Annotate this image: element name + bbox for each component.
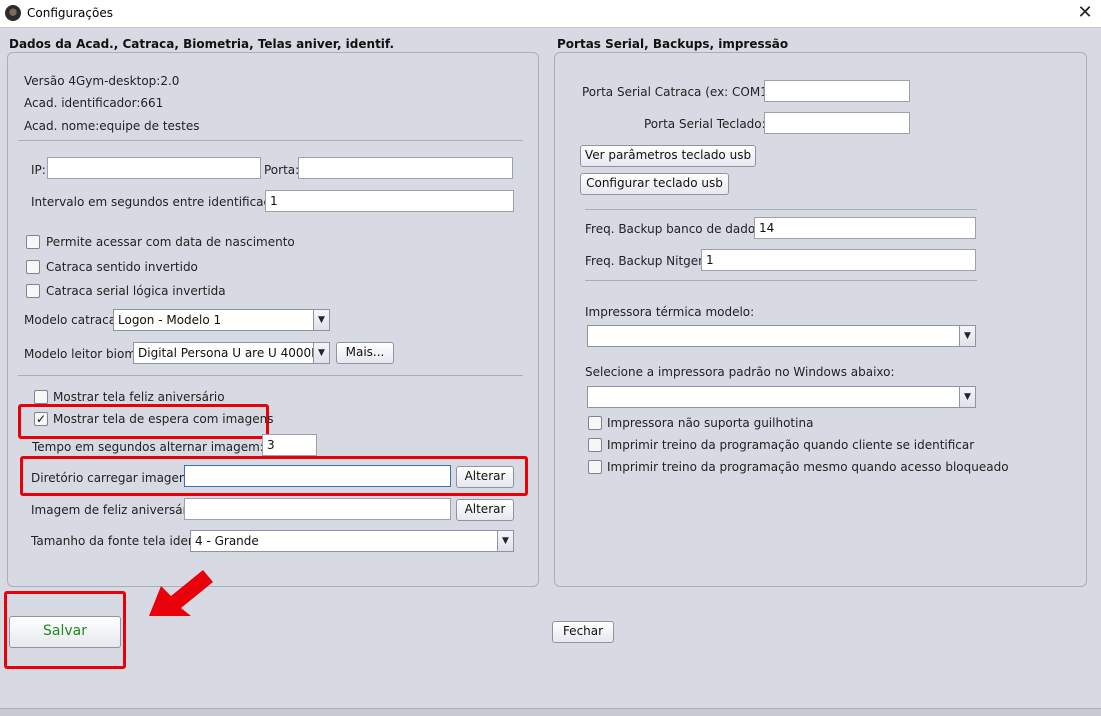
freq-nitgen-label: Freq. Backup Nitgen: — [585, 254, 710, 268]
window-title: Configurações — [27, 6, 113, 20]
modelo-catraca-select[interactable]: Logon - Modelo 1 ▼ — [113, 309, 330, 331]
left-separator-2 — [18, 375, 523, 376]
chevron-down-icon: ▼ — [313, 343, 329, 363]
fechar-button[interactable]: Fechar — [552, 621, 614, 643]
porta-input[interactable] — [298, 157, 513, 179]
app-logo-icon — [5, 5, 21, 21]
close-icon[interactable]: ✕ — [1070, 1, 1100, 27]
right-separator-2 — [585, 280, 977, 281]
intervalo-input[interactable] — [265, 190, 514, 212]
intervalo-label: Intervalo em segundos entre identificaçã… — [31, 195, 289, 209]
ip-label: IP: — [31, 163, 46, 177]
modelo-catraca-value: Logon - Modelo 1 — [118, 313, 222, 327]
left-section-title: Dados da Acad., Catraca, Biometria, Tela… — [9, 37, 395, 51]
configurar-teclado-button[interactable]: Configurar teclado usb — [580, 173, 729, 195]
chevron-down-icon: ▼ — [959, 387, 975, 407]
checkbox-imprimir-identificar-label: Imprimir treino da programação quando cl… — [607, 438, 975, 452]
serial-catraca-label: Porta Serial Catraca (ex: COM1): — [582, 85, 777, 99]
chevron-down-icon: ▼ — [497, 531, 513, 551]
right-section-title: Portas Serial, Backups, impressão — [557, 37, 789, 51]
checkbox-imprimir-bloqueado-label: Imprimir treino da programação mesmo qua… — [607, 460, 1009, 474]
checkbox-guilhotina-label: Impressora não suporta guilhotina — [607, 416, 814, 430]
ver-parametros-button[interactable]: Ver parâmetros teclado usb — [580, 145, 756, 167]
checkbox-data-nascimento[interactable] — [26, 235, 40, 249]
tempo-label: Tempo em segundos alternar imagem: — [32, 440, 264, 454]
serial-catraca-input[interactable] — [764, 80, 910, 102]
serial-teclado-label: Porta Serial Teclado: — [644, 117, 766, 131]
fonte-label: Tamanho da fonte tela ident. — [31, 534, 205, 548]
modelo-catraca-label: Modelo catraca: — [24, 313, 121, 327]
selecione-label: Selecione a impressora padrão no Windows… — [585, 365, 895, 379]
info-acad-id: Acad. identificador:661 — [24, 96, 164, 110]
salvar-button[interactable]: Salvar — [9, 616, 121, 648]
mais-button[interactable]: Mais... — [336, 342, 394, 364]
diretorio-input[interactable] — [184, 465, 451, 487]
checkbox-data-nascimento-label: Permite acessar com data de nascimento — [46, 235, 295, 249]
checkbox-imprimir-bloqueado[interactable] — [588, 460, 602, 474]
fonte-value: 4 - Grande — [195, 534, 259, 548]
red-arrow-icon — [149, 570, 213, 616]
diretorio-label: Diretório carregar imagens: — [31, 471, 197, 485]
modelo-leitor-label: Modelo leitor biom.: — [24, 347, 144, 361]
right-separator-1 — [585, 209, 977, 210]
checkbox-feliz-aniversario[interactable] — [34, 390, 48, 404]
impressora-select[interactable]: ▼ — [587, 325, 976, 347]
freq-backup-label: Freq. Backup banco de dados: — [585, 222, 766, 236]
checkbox-guilhotina[interactable] — [588, 416, 602, 430]
ip-input[interactable] — [47, 157, 261, 179]
checkbox-imprimir-identificar[interactable] — [588, 438, 602, 452]
imagem-feliz-label: Imagem de feliz aniversário — [31, 503, 199, 517]
window-bottom-edge — [0, 708, 1101, 716]
checkbox-tela-espera[interactable]: ✓ — [34, 412, 48, 426]
checkbox-tela-espera-label: Mostrar tela de espera com imagens — [53, 412, 274, 426]
modelo-leitor-select[interactable]: Digital Persona U are U 4000B ▼ — [133, 342, 330, 364]
alterar-imagem-button[interactable]: Alterar — [456, 499, 514, 521]
window-titlebar — [0, 0, 1101, 28]
porta-label: Porta: — [264, 163, 300, 177]
info-version: Versão 4Gym-desktop:2.0 — [24, 74, 180, 88]
imagem-feliz-input[interactable] — [184, 498, 451, 520]
left-separator-1 — [18, 140, 523, 141]
freq-nitgen-input[interactable] — [701, 249, 976, 271]
freq-backup-input[interactable] — [754, 217, 976, 239]
chevron-down-icon: ▼ — [959, 326, 975, 346]
checkbox-serial-logica-label: Catraca serial lógica invertida — [46, 284, 226, 298]
serial-teclado-input[interactable] — [764, 112, 910, 134]
tempo-input[interactable] — [262, 434, 317, 456]
alterar-diretorio-button[interactable]: Alterar — [456, 466, 514, 488]
checkbox-sentido-invertido[interactable] — [26, 260, 40, 274]
fonte-select[interactable]: 4 - Grande ▼ — [190, 530, 514, 552]
checkbox-feliz-aniversario-label: Mostrar tela feliz aniversário — [53, 390, 225, 404]
impressora-label: Impressora térmica modelo: — [585, 305, 755, 319]
modelo-leitor-value: Digital Persona U are U 4000B — [138, 346, 320, 360]
info-acad-nome: Acad. nome:equipe de testes — [24, 119, 200, 133]
chevron-down-icon: ▼ — [313, 310, 329, 330]
impressora-padrao-select[interactable]: ▼ — [587, 386, 976, 408]
checkbox-serial-logica[interactable] — [26, 284, 40, 298]
checkbox-sentido-invertido-label: Catraca sentido invertido — [46, 260, 198, 274]
